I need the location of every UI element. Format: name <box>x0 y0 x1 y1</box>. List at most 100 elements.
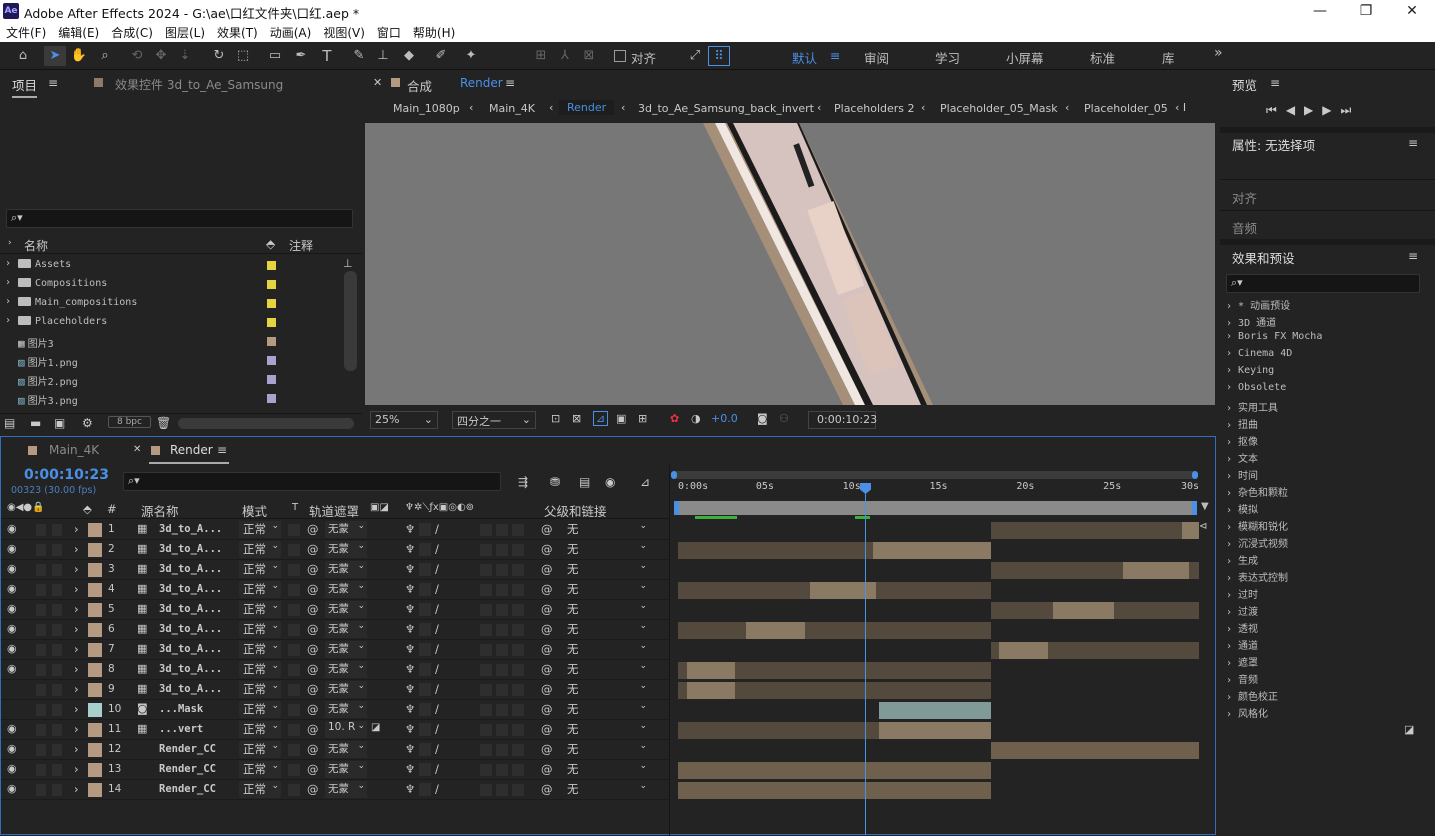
layer-duration-bar[interactable] <box>990 522 1199 539</box>
project-item[interactable]: › Compositions <box>0 275 342 294</box>
workspace-review[interactable]: 审阅 <box>864 48 889 67</box>
project-item[interactable]: › Placeholders <box>0 313 342 332</box>
grid-guides-icon[interactable]: ⊞ <box>638 412 647 425</box>
local-axis-icon[interactable]: ⊞ <box>530 46 552 66</box>
label-color-chip[interactable] <box>267 356 276 365</box>
effects-category[interactable]: › 通道 <box>1226 637 1258 652</box>
project-search-input[interactable]: ⌕▾ <box>6 209 353 228</box>
effects-category[interactable]: › 扭曲 <box>1226 416 1258 431</box>
preview-menu-icon[interactable]: ≡ <box>1270 76 1280 90</box>
label-color-chip[interactable] <box>267 318 276 327</box>
new-folder-icon[interactable]: ▬ <box>30 416 41 430</box>
playhead[interactable] <box>860 483 872 835</box>
close-button[interactable]: ✕ <box>1389 0 1435 22</box>
effects-category[interactable]: › 模拟 <box>1226 501 1258 516</box>
reset-exposure-icon[interactable]: ◑ <box>691 412 701 425</box>
comp-timecode[interactable]: 0:00:10:23 <box>808 411 877 429</box>
project-item[interactable]: ▨ 图片3.png <box>0 389 342 408</box>
snap-icon[interactable]: ⤢ <box>684 46 706 66</box>
layer-duration-bar[interactable] <box>879 702 991 719</box>
layer-active-segment[interactable] <box>678 762 991 779</box>
prev-frame-icon[interactable]: ◀ <box>1286 103 1304 117</box>
mask-visibility-icon[interactable]: ⊿ <box>593 411 609 426</box>
dolly-camera-icon[interactable]: ⇣ <box>174 46 196 66</box>
effects-category[interactable]: › 模糊和锐化 <box>1226 518 1288 533</box>
properties-menu-icon[interactable]: ≡ <box>1408 136 1418 150</box>
layer-active-segment[interactable] <box>678 782 991 799</box>
pan-camera-icon[interactable]: ✥ <box>150 46 172 66</box>
menu-help[interactable]: 帮助(H) <box>407 22 461 41</box>
project-item[interactable]: › Main_compositions <box>0 294 342 313</box>
interpret-footage-icon[interactable]: ▤ <box>4 416 15 430</box>
label-color-chip[interactable] <box>267 299 276 308</box>
workspace-menu-icon[interactable]: ≡ <box>830 48 840 63</box>
layer-active-segment[interactable] <box>1181 522 1199 539</box>
world-axis-icon[interactable]: ⅄ <box>554 46 576 66</box>
menu-view[interactable]: 视图(V) <box>317 22 371 41</box>
comp-panel-menu-icon[interactable]: ≡ <box>505 76 515 90</box>
exposure-value[interactable]: +0.0 <box>711 412 738 425</box>
channel-icon[interactable]: ✿ <box>670 412 679 425</box>
rotate-tool-icon[interactable]: ↻ <box>208 46 230 66</box>
workspace-standard[interactable]: 标准 <box>1090 48 1115 67</box>
col-comment[interactable]: 注释 <box>289 237 313 254</box>
snap-options-icon[interactable]: ⠿ <box>708 46 730 66</box>
close-comp-tab-icon[interactable]: ✕ <box>373 76 382 89</box>
layer-active-segment[interactable] <box>1053 602 1114 619</box>
effects-category[interactable]: › 过时 <box>1226 586 1258 601</box>
clone-stamp-icon[interactable]: ⊥ <box>372 46 394 66</box>
align-checkbox[interactable] <box>614 50 626 62</box>
crumb-placeholders-2[interactable]: Placeholders 2 <box>834 102 915 115</box>
zoom-tool-icon[interactable]: ⌕ <box>94 46 116 66</box>
layer-active-segment[interactable] <box>872 542 991 559</box>
layer-active-segment[interactable] <box>879 722 991 739</box>
label-color-chip[interactable] <box>267 280 276 289</box>
hand-tool-icon[interactable]: ✋ <box>68 46 90 66</box>
puppet-pin-icon[interactable]: ✦ <box>460 46 482 66</box>
effects-category[interactable]: › 杂色和颗粒 <box>1226 484 1288 499</box>
effects-category[interactable]: › Cinema 4D <box>1226 348 1292 359</box>
bpc-button[interactable]: 8 bpc <box>108 416 151 428</box>
effects-category[interactable]: › 遮罩 <box>1226 654 1258 669</box>
project-settings-icon[interactable]: ⚙ <box>82 416 93 430</box>
effects-category[interactable]: › 抠像 <box>1226 433 1258 448</box>
layer-active-segment[interactable] <box>999 642 1048 659</box>
properties-align[interactable]: 对齐 <box>1232 188 1257 207</box>
comp-tab-name[interactable]: Render <box>460 76 503 90</box>
effects-category[interactable]: › Obsolete <box>1226 382 1286 393</box>
effects-category[interactable]: › Boris FX Mocha <box>1226 331 1322 342</box>
layer-active-segment[interactable] <box>686 682 736 699</box>
show-snapshot-icon[interactable]: ⚇ <box>779 412 789 425</box>
project-item[interactable]: ▨ 图片1.png <box>0 351 342 370</box>
crumb-render[interactable]: Render <box>559 100 615 115</box>
last-frame-icon[interactable]: ⏭ <box>1341 103 1361 117</box>
project-item[interactable]: ▦ 图片3 <box>0 332 342 351</box>
selection-tool-icon[interactable]: ➤ <box>44 46 66 66</box>
minimize-button[interactable]: — <box>1297 0 1343 22</box>
workspace-learn[interactable]: 学习 <box>935 48 960 67</box>
layer-duration-bar[interactable] <box>678 622 991 639</box>
project-item[interactable]: ▨ 图片2.png <box>0 370 342 389</box>
effects-category[interactable]: › 3D 通道 <box>1226 314 1276 329</box>
crumb-placeholder-05-mask[interactable]: Placeholder_05_Mask <box>940 102 1058 115</box>
region-of-interest-icon[interactable]: ▣ <box>616 412 626 425</box>
crumb-back-invert[interactable]: 3d_to_Ae_Samsung_back_invert <box>638 102 814 115</box>
project-item[interactable]: › Assets <box>0 256 342 275</box>
pen-tool-icon[interactable]: ✒ <box>290 46 312 66</box>
anchor-point-tool-icon[interactable]: ⬚ <box>232 46 254 66</box>
crumb-main-1080p[interactable]: Main_1080p <box>393 102 460 115</box>
effects-category[interactable]: › 过渡 <box>1226 603 1258 618</box>
play-icon[interactable]: ▶ <box>1304 103 1322 117</box>
label-color-chip[interactable] <box>267 261 276 270</box>
type-tool-icon[interactable]: T <box>316 46 338 66</box>
label-color-chip[interactable] <box>267 375 276 384</box>
layer-active-segment[interactable] <box>745 622 805 639</box>
effects-search-input[interactable]: ⌕▾ <box>1226 274 1420 293</box>
menu-animation[interactable]: 动画(A) <box>264 22 318 41</box>
menu-edit[interactable]: 编辑(E) <box>52 22 105 41</box>
crumb-main-4k[interactable]: Main_4K <box>489 102 535 115</box>
effects-menu-icon[interactable]: ≡ <box>1408 249 1418 263</box>
effects-category[interactable]: › 实用工具 <box>1226 399 1278 414</box>
next-frame-icon[interactable]: ▶ <box>1322 103 1340 117</box>
new-comp-icon[interactable]: ▣ <box>54 416 65 430</box>
